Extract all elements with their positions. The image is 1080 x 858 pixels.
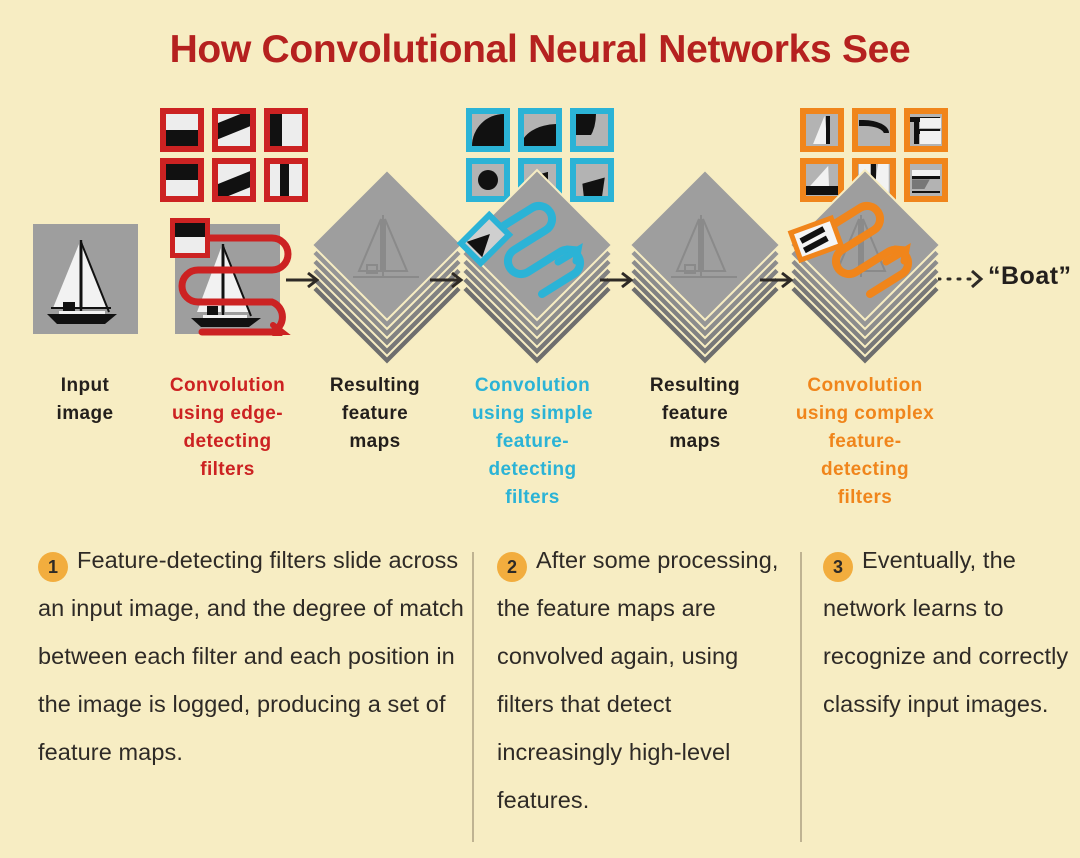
caption-badge-3: 3 <box>823 552 853 582</box>
feature-map-stack-1 <box>312 171 462 364</box>
stage-label-conv-edge: Convolution using edge- detecting filter… <box>169 375 286 480</box>
infographic-root: How Convolutional Neural Networks See “B… <box>0 0 1080 858</box>
filter-diagonal-edge <box>212 158 256 202</box>
feature-map-stack-2 <box>630 171 780 364</box>
feature-boat-outline <box>671 215 737 278</box>
caption-divider <box>472 552 474 842</box>
filter-quarter-curve <box>466 108 510 152</box>
filter-mast-joint <box>904 108 948 152</box>
connector-arrow <box>760 271 794 289</box>
filter-horizontal-edge <box>160 108 204 152</box>
caption-badge-1: 1 <box>38 552 68 582</box>
sailboat-illustration <box>47 240 117 324</box>
connector-arrow <box>600 271 634 289</box>
input-image-panel <box>33 224 138 334</box>
filter-vertical-edge <box>264 158 308 202</box>
filter-hook-curve <box>570 108 614 152</box>
filter-diagonal-edge <box>212 108 256 152</box>
stage-label-feature-maps-2: Resulting feature maps <box>649 375 741 452</box>
feature-boat-outline <box>353 215 419 278</box>
connector-arrow <box>286 271 320 289</box>
caption-text-2: After some processing, the feature maps … <box>497 547 779 813</box>
filter-bank-edge-filters <box>160 108 308 202</box>
filter-bow-curve <box>852 108 896 152</box>
stage-label-feature-maps-1: Resulting feature maps <box>329 375 421 452</box>
active-kernel-red <box>170 218 210 258</box>
caption-badge-2: 2 <box>497 552 527 582</box>
caption-block-2: 2 After some processing, the feature maps… <box>497 536 797 824</box>
output-label: “Boat” <box>988 262 1072 290</box>
filter-horizontal-edge <box>160 158 204 202</box>
caption-text-3: Eventually, the network learns to recogn… <box>823 547 1069 717</box>
caption-text-1: Feature-detecting filters slide across a… <box>38 547 464 765</box>
stage-label-input-image: Input image <box>56 375 114 424</box>
stage-label-conv-complex: Convolution using complex feature- detec… <box>795 375 935 508</box>
stage-label-conv-simple: Convolution using simple feature- detect… <box>472 375 593 508</box>
stack-layer-top <box>313 171 461 319</box>
filter-sail <box>800 108 844 152</box>
filter-arc-curve <box>518 108 562 152</box>
page-title: How Convolutional Neural Networks See <box>169 28 911 71</box>
captions-section: 1 Feature-detecting filters slide across … <box>0 536 1080 858</box>
stack-layer-top <box>631 171 779 319</box>
caption-divider <box>800 552 802 842</box>
filter-vertical-edge <box>264 108 308 152</box>
connector-arrow <box>430 271 464 289</box>
caption-block-3: 3 Eventually, the network learns to recog… <box>823 536 1073 728</box>
caption-block-1: 1 Feature-detecting filters slide across … <box>38 536 468 776</box>
